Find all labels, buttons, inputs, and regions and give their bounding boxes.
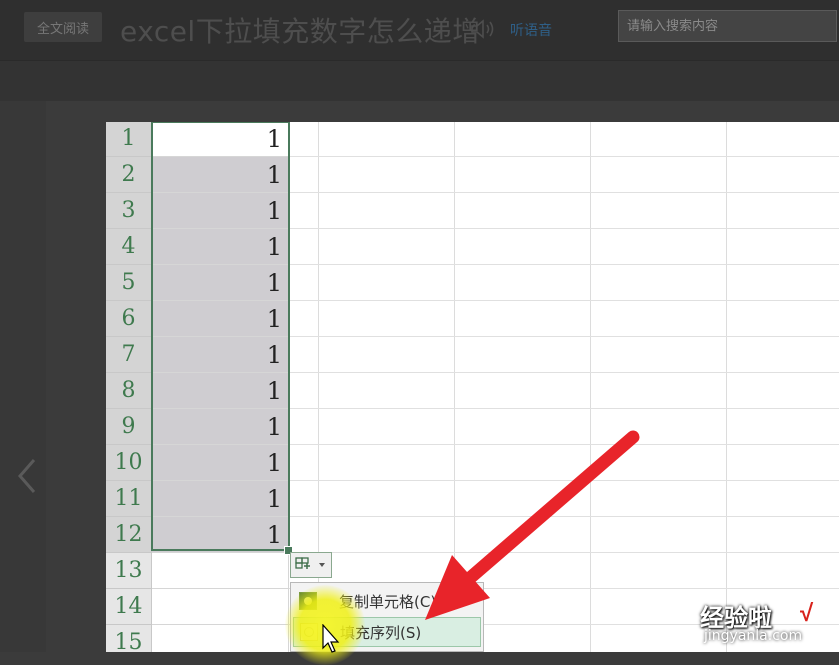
row-gridline xyxy=(289,516,839,517)
column-gridline xyxy=(590,122,591,652)
row-header[interactable]: 3 xyxy=(106,193,152,229)
autofill-options-icon xyxy=(295,557,325,569)
cell-a[interactable]: 1 xyxy=(152,301,289,337)
row-header[interactable]: 7 xyxy=(106,337,152,373)
cell-a[interactable]: 1 xyxy=(152,193,289,229)
row-gridline xyxy=(289,192,839,193)
cell-a[interactable] xyxy=(152,553,289,589)
left-margin xyxy=(0,101,46,652)
row-gridline xyxy=(289,156,839,157)
row-header[interactable]: 14 xyxy=(106,589,152,625)
menu-item-label: 复制单元格(C) xyxy=(339,592,437,611)
autofill-options-button[interactable] xyxy=(290,552,332,578)
row-header[interactable]: 11 xyxy=(106,481,152,517)
row-header[interactable]: 4 xyxy=(106,229,152,265)
cell-a[interactable]: 1 xyxy=(152,373,289,409)
row-header[interactable]: 10 xyxy=(106,445,152,481)
full-read-button[interactable]: 全文阅读 xyxy=(24,12,102,42)
row-gridline xyxy=(289,480,839,481)
spreadsheet: 1 1 2 1 3 1 4 1 5 1 6 1 7 1 8 1 9 1 10 1 11 1 12 1 13 14 15 复制单元格(C… xyxy=(106,122,839,652)
row-header[interactable]: 5 xyxy=(106,265,152,301)
row-header[interactable]: 15 xyxy=(106,625,152,652)
row-header[interactable]: 1 xyxy=(106,122,152,157)
row-header[interactable]: 13 xyxy=(106,553,152,589)
menu-item-copy-cells[interactable]: 复制单元格(C) xyxy=(293,586,481,616)
cell-a[interactable]: 1 xyxy=(152,481,289,517)
radio-unselected-icon xyxy=(300,623,318,641)
cell-a[interactable] xyxy=(152,589,289,625)
column-gridline xyxy=(726,122,727,652)
cell-a[interactable] xyxy=(152,625,289,652)
mouse-cursor-icon xyxy=(322,624,340,653)
column-gridline xyxy=(454,122,455,652)
row-gridline xyxy=(289,264,839,265)
sub-toolbar xyxy=(0,60,839,101)
speaker-icon[interactable] xyxy=(470,18,496,40)
watermark: 经验啦 √ jingyanla.com xyxy=(700,598,835,648)
cell-a[interactable]: 1 xyxy=(152,229,289,265)
row-header[interactable]: 9 xyxy=(106,409,152,445)
cell-a[interactable]: 1 xyxy=(152,265,289,301)
cell-a[interactable]: 1 xyxy=(152,517,289,553)
row-gridline xyxy=(289,444,839,445)
cell-a[interactable]: 1 xyxy=(152,409,289,445)
row-header[interactable]: 8 xyxy=(106,373,152,409)
row-gridline xyxy=(289,336,839,337)
search-input[interactable] xyxy=(618,10,837,42)
radio-selected-icon xyxy=(299,592,317,610)
menu-item-label: 填充序列(S) xyxy=(340,623,422,642)
cell-a[interactable]: 1 xyxy=(152,157,289,193)
page-title: excel下拉填充数字怎么递增 xyxy=(120,15,481,48)
row-gridline xyxy=(289,300,839,301)
autofill-menu: 复制单元格(C) 填充序列(S) xyxy=(290,582,484,652)
row-gridline xyxy=(289,408,839,409)
row-gridline xyxy=(289,372,839,373)
row-header[interactable]: 12 xyxy=(106,517,152,553)
cell-a[interactable]: 1 xyxy=(152,337,289,373)
cell-a[interactable]: 1 xyxy=(152,445,289,481)
row-header[interactable]: 2 xyxy=(106,157,152,193)
watermark-check: √ xyxy=(800,600,814,627)
row-gridline xyxy=(289,228,839,229)
listen-link[interactable]: 听语音 xyxy=(510,20,552,40)
cell-a[interactable]: 1 xyxy=(152,122,289,157)
row-header[interactable]: 6 xyxy=(106,301,152,337)
watermark-url: jingyanla.com xyxy=(704,628,803,644)
prev-arrow-icon[interactable] xyxy=(14,456,38,496)
row-gridline xyxy=(289,552,839,553)
top-bar: 全文阅读 excel下拉填充数字怎么递增 听语音 xyxy=(0,0,839,60)
